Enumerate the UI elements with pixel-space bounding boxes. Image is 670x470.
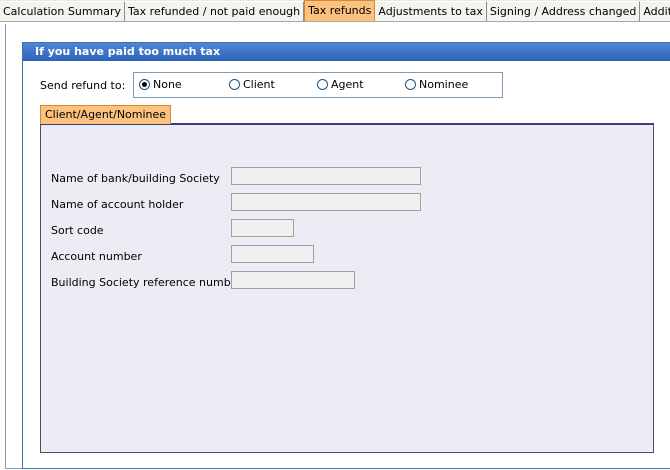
- refund-section: If you have paid too much tax Send refun…: [22, 42, 670, 469]
- bs-reference-input[interactable]: [231, 271, 355, 289]
- tab-additional-information[interactable]: Additional Information: [640, 1, 670, 21]
- client-agent-nominee-panel: Name of bank/building Society Name of ac…: [40, 123, 654, 453]
- radio-none-label: None: [153, 78, 182, 91]
- account-number-input[interactable]: [231, 245, 314, 263]
- account-holder-input[interactable]: [231, 193, 421, 211]
- radio-nominee-label: Nominee: [419, 78, 469, 91]
- sort-code-label: Sort code: [51, 224, 104, 237]
- account-number-label: Account number: [51, 250, 142, 263]
- tab-client-agent-nominee[interactable]: Client/Agent/Nominee: [40, 105, 172, 124]
- bank-name-input[interactable]: [231, 167, 421, 185]
- radio-client-label: Client: [243, 78, 275, 91]
- radio-nominee[interactable]: Nominee: [405, 78, 468, 91]
- radio-client-dot[interactable]: [229, 79, 240, 90]
- radio-agent-dot[interactable]: [317, 79, 328, 90]
- radio-agent[interactable]: Agent: [317, 78, 364, 91]
- tab-adjustments-to-tax[interactable]: Adjustments to tax: [375, 1, 487, 21]
- tab-signing-address-changed[interactable]: Signing / Address changed: [486, 1, 641, 21]
- send-refund-label: Send refund to:: [40, 79, 126, 92]
- tab-tax-refunded[interactable]: Tax refunded / not paid enough: [125, 1, 305, 21]
- section-title: If you have paid too much tax: [23, 43, 670, 61]
- tab-tax-refunds[interactable]: Tax refunds: [304, 0, 376, 21]
- radio-nominee-dot[interactable]: [405, 79, 416, 90]
- radio-client[interactable]: Client: [229, 78, 275, 91]
- send-refund-radio-group: None Client Agent Nominee: [133, 72, 503, 98]
- radio-agent-label: Agent: [331, 78, 364, 91]
- bank-name-label: Name of bank/building Society: [51, 172, 220, 185]
- radio-none[interactable]: None: [139, 78, 182, 91]
- tab-calculation-summary[interactable]: Calculation Summary: [0, 1, 126, 21]
- bs-reference-label: Building Society reference number: [51, 276, 242, 289]
- account-holder-label: Name of account holder: [51, 198, 184, 211]
- sort-code-input[interactable]: [231, 219, 294, 237]
- tab-strip: Calculation Summary Tax refunded / not p…: [0, 0, 670, 22]
- radio-none-dot[interactable]: [139, 79, 150, 90]
